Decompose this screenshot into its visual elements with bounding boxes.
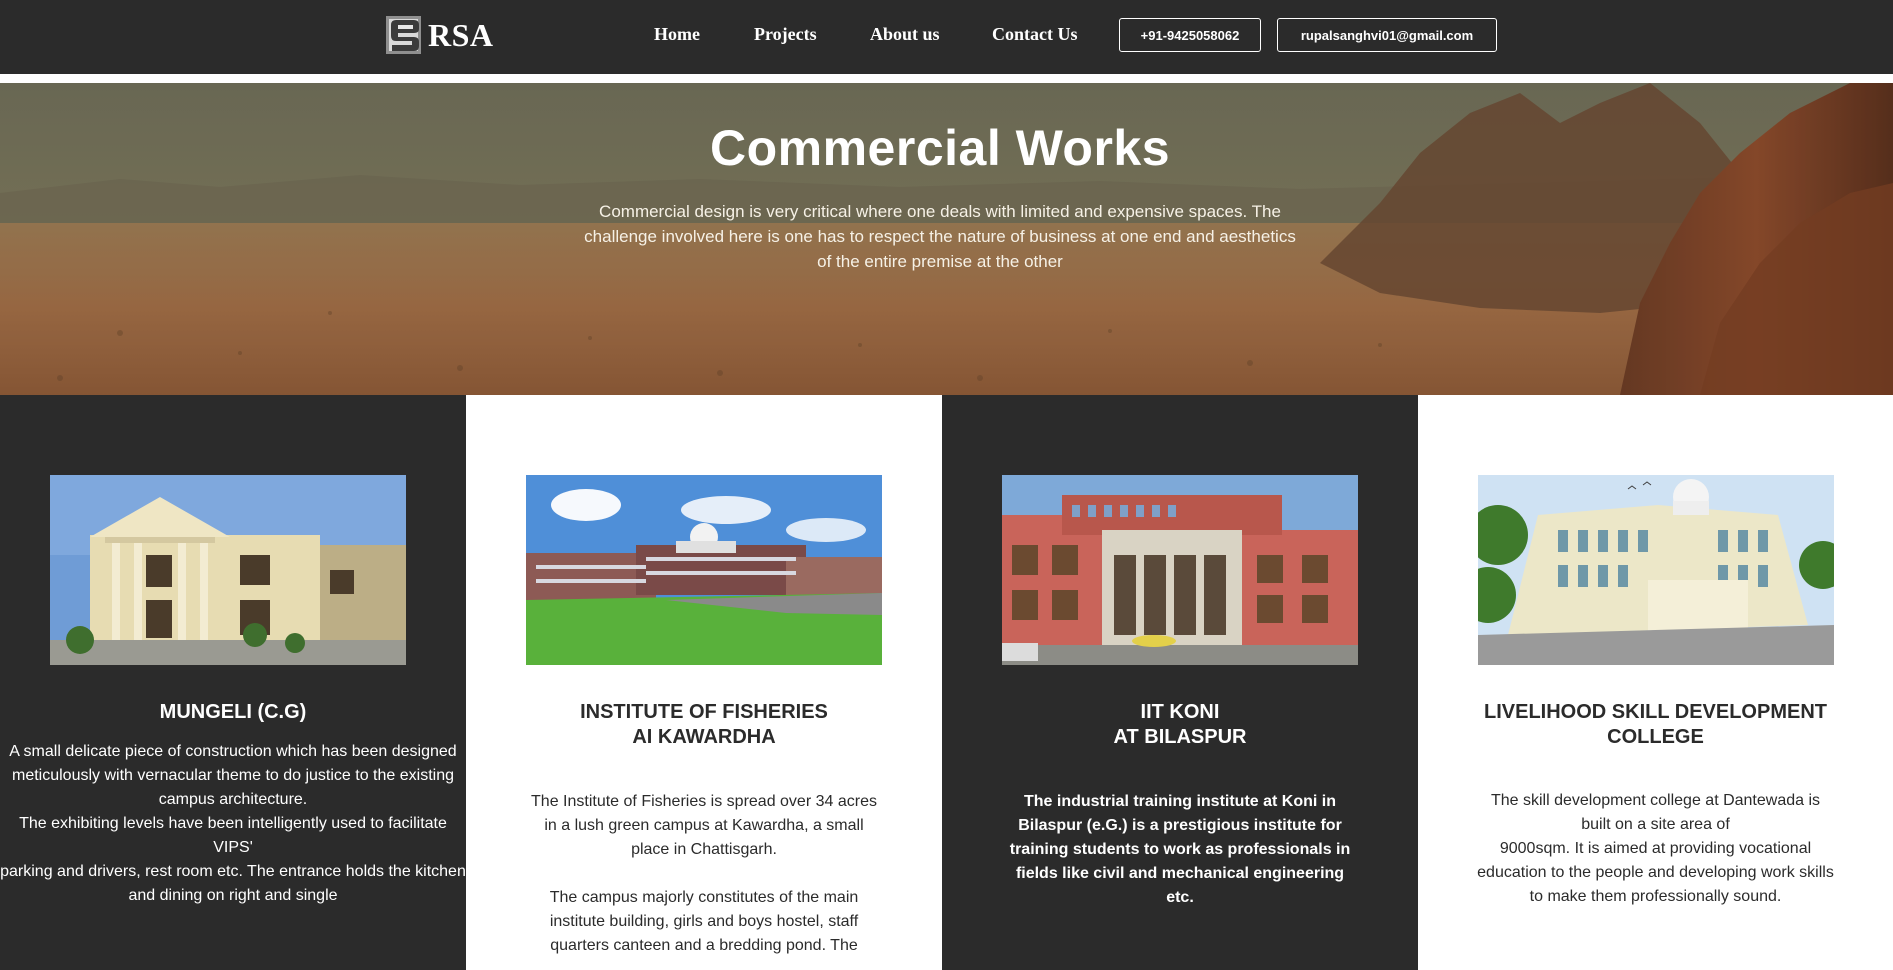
project-image-skill-college[interactable] (1478, 475, 1834, 665)
nav-home[interactable]: Home (654, 24, 700, 45)
site-header: RSA Home Projects About us Contact Us +9… (0, 0, 1893, 74)
project-title: IIT KONI AT BILASPUR (1113, 701, 1247, 748)
project-card-mungeli: MUNGELI (C.G) A small delicate piece of … (0, 395, 466, 970)
nav-projects[interactable]: Projects (754, 24, 817, 45)
project-card-fisheries: INSTITUTE OF FISHERIES AI KAWARDHA The I… (466, 395, 942, 970)
project-image-iit-koni[interactable] (1002, 475, 1358, 665)
hero-banner: Commercial Works Commercial design is ve… (0, 83, 1893, 395)
brand-logo[interactable]: RSA (386, 16, 494, 54)
phone-button[interactable]: +91-9425058062 (1119, 18, 1261, 52)
project-description: A small delicate piece of construction w… (0, 743, 466, 904)
project-title: MUNGELI (C.G) (159, 701, 307, 723)
page-intro: Commercial design is very critical where… (584, 202, 1296, 271)
logo-mark-icon (386, 16, 421, 54)
nav-about-us[interactable]: About us (870, 24, 940, 45)
project-card-iit-koni: IIT KONI AT BILASPUR The industrial trai… (942, 395, 1418, 970)
project-title: LIVELIHOOD SKILL DEVELOPMENT COLLEGE (1484, 701, 1827, 748)
brand-name: RSA (428, 16, 494, 53)
project-description: The Institute of Fisheries is spread ove… (531, 793, 877, 954)
project-image-mungeli[interactable] (50, 475, 406, 665)
project-title: INSTITUTE OF FISHERIES AI KAWARDHA (580, 701, 828, 748)
page-title: Commercial Works (709, 120, 1171, 176)
project-image-fisheries[interactable] (526, 475, 882, 665)
project-description: The skill development college at Dantewa… (1477, 792, 1834, 905)
email-button[interactable]: rupalsanghvi01@gmail.com (1277, 18, 1497, 52)
project-description: The industrial training institute at Kon… (1009, 793, 1351, 906)
nav-contact-us[interactable]: Contact Us (992, 24, 1078, 45)
project-card-skill-college: LIVELIHOOD SKILL DEVELOPMENT COLLEGE The… (1418, 395, 1893, 970)
